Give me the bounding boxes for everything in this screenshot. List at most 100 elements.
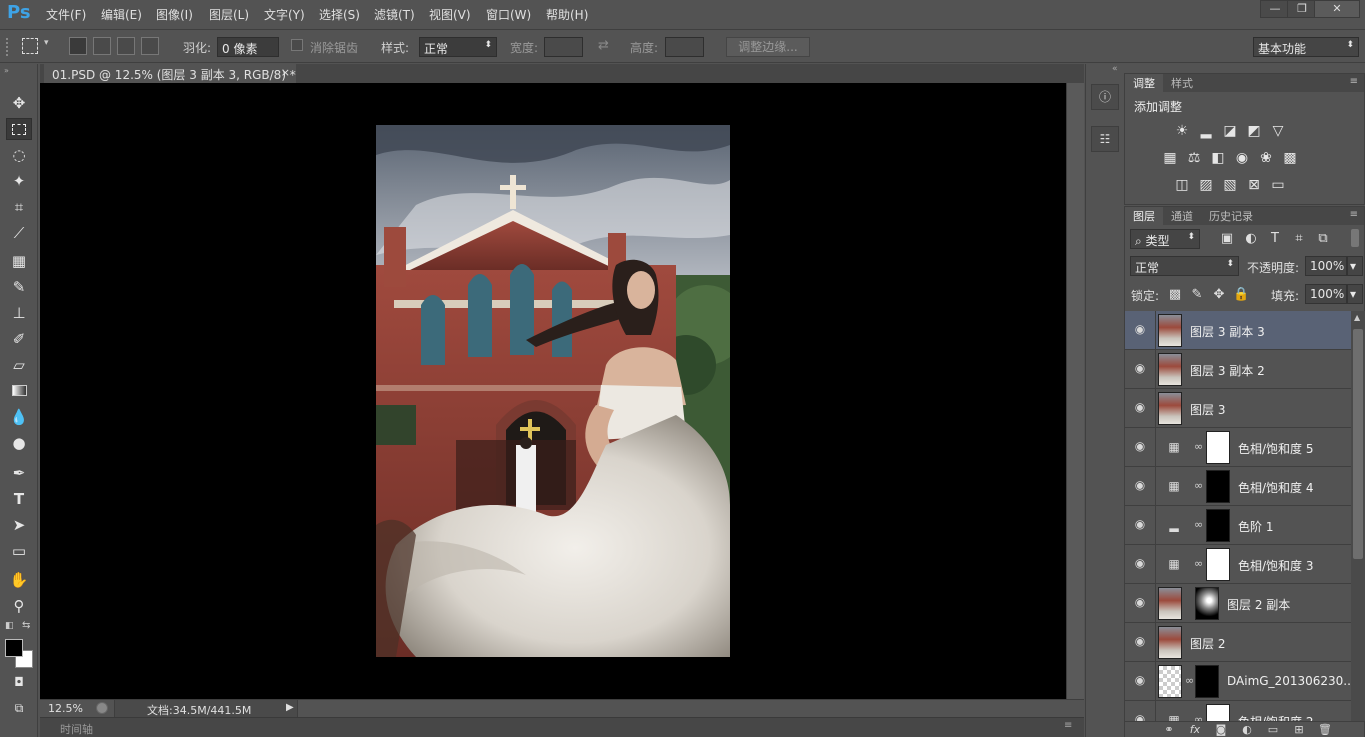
document-canvas[interactable] — [40, 83, 1066, 699]
visibility-eye-icon[interactable]: ◉ — [1133, 673, 1147, 687]
visibility-eye-icon[interactable]: ◉ — [1133, 595, 1147, 609]
menu-file[interactable]: 文件(F) — [46, 6, 86, 23]
curves-icon[interactable]: ◪ — [1220, 122, 1240, 140]
visibility-eye-icon[interactable]: ◉ — [1133, 439, 1147, 453]
adjustments-menu-icon[interactable]: ≡ — [1350, 76, 1358, 87]
layer-mask-thumbnail[interactable] — [1195, 587, 1219, 620]
mask-link-icon[interactable]: ∞ — [1194, 518, 1203, 532]
filter-pixel-icon[interactable]: ▣ — [1219, 231, 1235, 247]
filter-adjustment-icon[interactable]: ◐ — [1243, 231, 1259, 247]
style-select[interactable]: 正常 ⬍ — [419, 37, 497, 57]
feather-input[interactable]: 0 像素 — [217, 37, 279, 57]
visibility-eye-icon[interactable]: ◉ — [1133, 322, 1147, 336]
layer-mask-thumbnail[interactable] — [1206, 509, 1230, 542]
collapse-tools-icon[interactable]: » — [4, 66, 9, 75]
height-input[interactable] — [665, 37, 704, 57]
layers-scrollbar-thumb[interactable] — [1353, 329, 1363, 559]
swap-dimensions-icon[interactable]: ⇄ — [598, 38, 609, 53]
menu-image[interactable]: 图像(I) — [156, 6, 193, 23]
menu-edit[interactable]: 编辑(E) — [101, 6, 142, 23]
threshold-icon[interactable]: ▧ — [1220, 176, 1240, 194]
canvas-vertical-scrollbar[interactable] — [1066, 83, 1084, 699]
lock-image-icon[interactable]: ✎ — [1189, 287, 1205, 303]
visibility-eye-icon[interactable]: ◉ — [1133, 478, 1147, 492]
new-adjustment-layer-icon[interactable]: ◐ — [1239, 723, 1255, 737]
brightness-icon[interactable]: ☀ — [1172, 122, 1192, 140]
hue-saturation-icon[interactable]: ▦ — [1160, 149, 1180, 167]
healing-brush-tool-icon[interactable]: ▦ — [6, 250, 32, 272]
subtract-selection-icon[interactable] — [117, 37, 135, 55]
filter-toggle-switch[interactable] — [1351, 229, 1359, 247]
brush-tool-icon[interactable]: ✎ — [6, 276, 32, 298]
link-layers-icon[interactable]: ⚭ — [1161, 723, 1177, 737]
visibility-eye-icon[interactable]: ◉ — [1133, 556, 1147, 570]
lasso-tool-icon[interactable]: ◌ — [6, 144, 32, 166]
opacity-dropdown-icon[interactable]: ▾ — [1347, 256, 1363, 276]
layers-scrollbar[interactable]: ▲ — [1351, 311, 1365, 721]
delete-layer-icon[interactable]: 🗑 — [1317, 723, 1333, 737]
menu-filter[interactable]: 滤镜(T) — [374, 6, 415, 23]
mask-link-icon[interactable]: ∞ — [1194, 440, 1203, 454]
layer-row[interactable]: ◉ 图层 3 — [1125, 389, 1351, 428]
layer-filter-select[interactable]: ⌕ 类型 ⬍ — [1130, 229, 1200, 249]
clone-stamp-tool-icon[interactable]: ⊥ — [6, 302, 32, 324]
levels-icon[interactable]: ▂ — [1196, 122, 1216, 140]
scroll-up-icon[interactable]: ▲ — [1354, 313, 1360, 322]
lock-all-icon[interactable]: 🔒 — [1233, 287, 1249, 303]
tab-styles[interactable]: 样式 — [1163, 74, 1201, 92]
menu-layer[interactable]: 图层(L) — [209, 6, 249, 23]
antialias-checkbox[interactable] — [291, 39, 303, 51]
close-document-icon[interactable]: × — [281, 66, 290, 79]
hand-tool-icon[interactable]: ✋ — [6, 569, 32, 591]
visibility-eye-icon[interactable]: ◉ — [1133, 712, 1147, 721]
visibility-eye-icon[interactable]: ◉ — [1133, 517, 1147, 531]
add-selection-icon[interactable] — [93, 37, 111, 55]
color-balance-icon[interactable]: ⚖ — [1184, 149, 1204, 167]
fill-dropdown-icon[interactable]: ▾ — [1347, 284, 1363, 304]
intersect-selection-icon[interactable] — [141, 37, 159, 55]
refine-edge-button[interactable]: 调整边缘... — [726, 37, 810, 57]
mask-link-icon[interactable]: ∞ — [1185, 674, 1194, 688]
layer-row[interactable]: ◉ 图层 3 副本 2 — [1125, 350, 1351, 389]
new-group-icon[interactable]: ▭ — [1265, 723, 1281, 737]
document-tab[interactable]: 01.PSD @ 12.5% (图层 3 副本 3, RGB/8) * × — [44, 64, 296, 83]
eraser-tool-icon[interactable]: ▱ — [6, 354, 32, 376]
fill-input[interactable]: 100% — [1305, 284, 1347, 304]
status-menu-arrow-icon[interactable]: ▶ — [286, 702, 294, 713]
layer-row[interactable]: ◉ ▦ ∞ 色相/饱和度 5 — [1125, 428, 1351, 467]
exposure-icon[interactable]: ◩ — [1244, 122, 1264, 140]
vibrance-icon[interactable]: ▽ — [1268, 122, 1288, 140]
filter-type-icon[interactable]: T — [1267, 231, 1283, 247]
layers-menu-icon[interactable]: ≡ — [1350, 209, 1358, 220]
pen-tool-icon[interactable]: ✒ — [6, 462, 32, 484]
visibility-eye-icon[interactable]: ◉ — [1133, 361, 1147, 375]
layer-mask-thumbnail[interactable] — [1206, 431, 1230, 464]
layer-row[interactable]: ◉ 图层 3 副本 3 — [1125, 311, 1351, 350]
default-colors-icon[interactable]: ◧ — [5, 621, 14, 631]
zoom-level[interactable]: 12.5% — [48, 702, 83, 715]
history-brush-tool-icon[interactable]: ✐ — [6, 328, 32, 350]
type-tool-icon[interactable]: T — [6, 488, 32, 510]
magic-wand-tool-icon[interactable]: ✦ — [6, 170, 32, 192]
invert-icon[interactable]: ◫ — [1172, 176, 1192, 194]
black-white-icon[interactable]: ◧ — [1208, 149, 1228, 167]
lock-transparent-icon[interactable]: ▩ — [1167, 287, 1183, 303]
add-mask-icon[interactable]: ◙ — [1213, 723, 1229, 737]
filter-smart-object-icon[interactable]: ⧉ — [1315, 231, 1331, 247]
minimize-button[interactable]: — — [1260, 0, 1290, 18]
selective-color-icon[interactable]: ⊠ — [1244, 176, 1264, 194]
menu-view[interactable]: 视图(V) — [429, 6, 471, 23]
layer-mask-thumbnail[interactable] — [1206, 548, 1230, 581]
layer-row[interactable]: ◉ ∞ DAimG_201306230... — [1125, 662, 1351, 701]
new-layer-icon[interactable]: ⊞ — [1291, 723, 1307, 737]
layer-row[interactable]: ◉ ▂ ∞ 色阶 1 — [1125, 506, 1351, 545]
visibility-eye-icon[interactable]: ◉ — [1133, 634, 1147, 648]
channel-mixer-icon[interactable]: ❀ — [1256, 149, 1276, 167]
restore-button[interactable]: ❐ — [1287, 0, 1317, 18]
layer-row[interactable]: ◉ ▦ ∞ 色相/饱和度 4 — [1125, 467, 1351, 506]
gradient-tool-icon[interactable] — [6, 380, 32, 402]
photo-filter-icon[interactable]: ◉ — [1232, 149, 1252, 167]
blur-tool-icon[interactable]: 💧 — [6, 406, 32, 428]
canvas-image[interactable] — [376, 125, 730, 657]
gradient-map-icon[interactable]: ▭ — [1268, 176, 1288, 194]
